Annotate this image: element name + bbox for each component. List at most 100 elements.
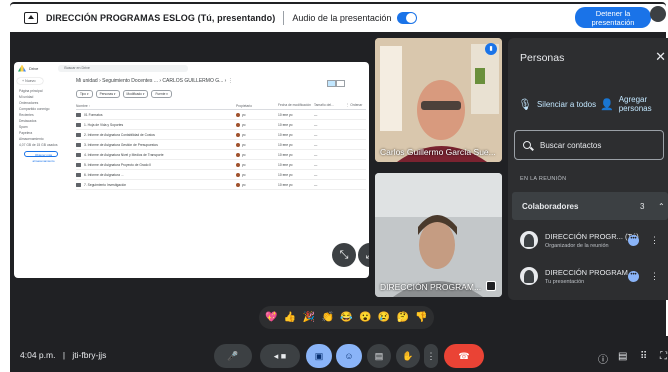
- folder-icon: [76, 112, 81, 117]
- drive-app-name: Drive: [29, 65, 39, 71]
- add-people-label: Agregar personas: [618, 95, 652, 113]
- clap-emoji-icon[interactable]: 👏: [321, 312, 333, 323]
- camera-button[interactable]: ◂ ■: [260, 344, 300, 368]
- table-row: 6. Informe de Asignatura ... yo 10 ene y…: [76, 170, 366, 180]
- file-size: —: [314, 112, 318, 117]
- expand-icon[interactable]: ⤢: [358, 243, 369, 267]
- file-name: 1. Hoja de Vida y Soportes: [84, 122, 124, 127]
- more-dots-icon[interactable]: •••: [628, 270, 639, 282]
- drive-view-toggle: [327, 80, 345, 87]
- participant-role: Tu presentación: [545, 278, 585, 285]
- folder-icon: [76, 182, 81, 187]
- panel-title: Personas: [520, 52, 565, 64]
- thumbs-down-emoji-icon[interactable]: 👎: [415, 312, 427, 323]
- table-row: 01 Formatos yo 10 ene yo —: [76, 110, 366, 120]
- table-row: 7. Seguimiento Investigación yo 10 ene y…: [76, 180, 366, 190]
- owner-avatar: [236, 112, 240, 117]
- apps-grid-icon[interactable]: ⠿: [640, 351, 647, 362]
- breadcrumb: Mi unidad › Seguimiento Docentes ... › C…: [76, 78, 233, 84]
- folder-icon: [76, 162, 81, 167]
- raise-hand-button[interactable]: ✋: [396, 344, 420, 368]
- chat-icon[interactable]: ▤: [618, 351, 627, 362]
- thumbs-up-emoji-icon[interactable]: 👍: [284, 312, 296, 323]
- file-name: 7. Seguimiento Investigación: [84, 182, 127, 187]
- owner-avatar: [236, 152, 240, 157]
- sad-emoji-icon[interactable]: 😢: [378, 312, 390, 323]
- add-person-icon: 👤: [600, 98, 614, 111]
- more-options-button[interactable]: ⋮: [424, 344, 438, 368]
- column-header: Propietario: [236, 104, 252, 108]
- thinking-emoji-icon[interactable]: 🤔: [397, 312, 409, 323]
- lock-icon[interactable]: ⛶: [660, 351, 667, 362]
- drive-logo-icon: [18, 64, 26, 72]
- participant-tile[interactable]: DIRECCIÓN PROGRAM...: [375, 173, 502, 297]
- group-count: 3: [640, 201, 645, 211]
- file-modified: 10 ene yo: [278, 152, 293, 157]
- folder-icon: [76, 152, 81, 157]
- add-people-button[interactable]: 👤 Agregar personas: [600, 91, 668, 117]
- search-contacts-input[interactable]: Buscar contactos: [514, 130, 664, 160]
- captions-button[interactable]: ▤: [367, 344, 391, 368]
- file-owner: yo: [242, 152, 246, 157]
- filter-chip: Tipo ▾: [76, 90, 93, 98]
- grid-view-icon: [336, 80, 345, 87]
- more-dots-icon[interactable]: •••: [628, 234, 639, 246]
- file-modified: 10 ene yo: [278, 142, 293, 147]
- present-screen-icon: ▣: [314, 350, 324, 361]
- folder-icon: [76, 122, 81, 127]
- close-icon[interactable]: ✕: [655, 49, 666, 65]
- participant-name: DIRECCIÓN PROGRAM...: [380, 282, 482, 292]
- reactions-button[interactable]: ☺: [336, 344, 362, 368]
- avatar[interactable]: [650, 6, 666, 22]
- file-owner: yo: [242, 112, 246, 117]
- surprised-emoji-icon[interactable]: 😮: [359, 312, 371, 323]
- file-modified: 10 ene yo: [278, 172, 293, 177]
- participant-tile[interactable]: ▮ Carlos Guillermo García Sue...: [375, 38, 502, 162]
- folder-icon: [76, 142, 81, 147]
- file-owner: yo: [242, 172, 246, 177]
- table-row: 1. Hoja de Vida y Soportes yo 10 ene yo …: [76, 120, 366, 130]
- file-size: —: [314, 162, 318, 167]
- heart-emoji-icon[interactable]: 💖: [265, 312, 277, 323]
- file-size: —: [314, 152, 318, 157]
- info-icon[interactable]: ⓘ: [598, 351, 608, 366]
- owner-avatar: [236, 172, 240, 177]
- present-button[interactable]: ▣: [306, 344, 332, 368]
- stop-presenting-button[interactable]: Detener la presentación: [575, 7, 651, 28]
- reactions-bar: 💖 👍 🎉 👏 😂 😮 😢 🤔 👎: [259, 306, 434, 329]
- participant-video: [375, 173, 502, 297]
- pan-icon[interactable]: ⤡: [332, 243, 356, 267]
- file-owner: yo: [242, 132, 246, 137]
- kebab-menu-icon[interactable]: ⋮: [650, 235, 659, 246]
- collaborators-group[interactable]: Colaboradores 3 ⌃: [512, 192, 668, 220]
- file-modified: 10 ene yo: [278, 112, 293, 117]
- presenting-bar: DIRECCIÓN PROGRAMAS ESLOG (Tú, presentan…: [10, 4, 666, 32]
- file-name: 4. Informe de Asignatura Nivel y Medios …: [84, 152, 164, 157]
- hand-icon: ✋: [402, 350, 414, 361]
- laugh-emoji-icon[interactable]: 😂: [340, 312, 352, 323]
- participant-role: Organizador de la reunión: [545, 242, 609, 249]
- file-modified: 10 ene yo: [278, 182, 293, 187]
- participant-name: DIRECCIÓN PROGRAM...: [545, 267, 635, 277]
- kebab-menu-icon[interactable]: ⋮: [650, 271, 659, 282]
- file-name: 6. Informe de Asignatura ...: [84, 172, 124, 177]
- audio-toggle[interactable]: [397, 12, 418, 24]
- microphone-button[interactable]: 🎤: [214, 344, 252, 368]
- camera-icon: ◂ ■: [273, 350, 287, 361]
- file-modified: 10 ene yo: [278, 162, 293, 167]
- pin-icon[interactable]: [486, 281, 496, 291]
- file-owner: yo: [242, 182, 246, 187]
- present-screen-icon: [24, 12, 38, 24]
- search-placeholder: Buscar contactos: [540, 140, 602, 150]
- participant-name: DIRECCIÓN PROGR... (Tú): [545, 231, 639, 241]
- chevron-up-icon: ⌃: [658, 201, 665, 211]
- mute-all-button[interactable]: 🎙 Silenciar a todos: [518, 91, 596, 117]
- avatar: [520, 267, 538, 285]
- participant-row[interactable]: DIRECCIÓN PROGR... (Tú) Organizador de l…: [514, 224, 666, 256]
- participant-row[interactable]: DIRECCIÓN PROGRAM... Tu presentación •••…: [514, 260, 666, 292]
- table-row: 4. Informe de Asignatura Nivel y Medios …: [76, 150, 366, 160]
- mic-icon: 🎤: [227, 350, 239, 361]
- leave-call-button[interactable]: ☎: [444, 344, 484, 368]
- party-emoji-icon[interactable]: 🎉: [303, 312, 315, 323]
- file-size: —: [314, 132, 318, 137]
